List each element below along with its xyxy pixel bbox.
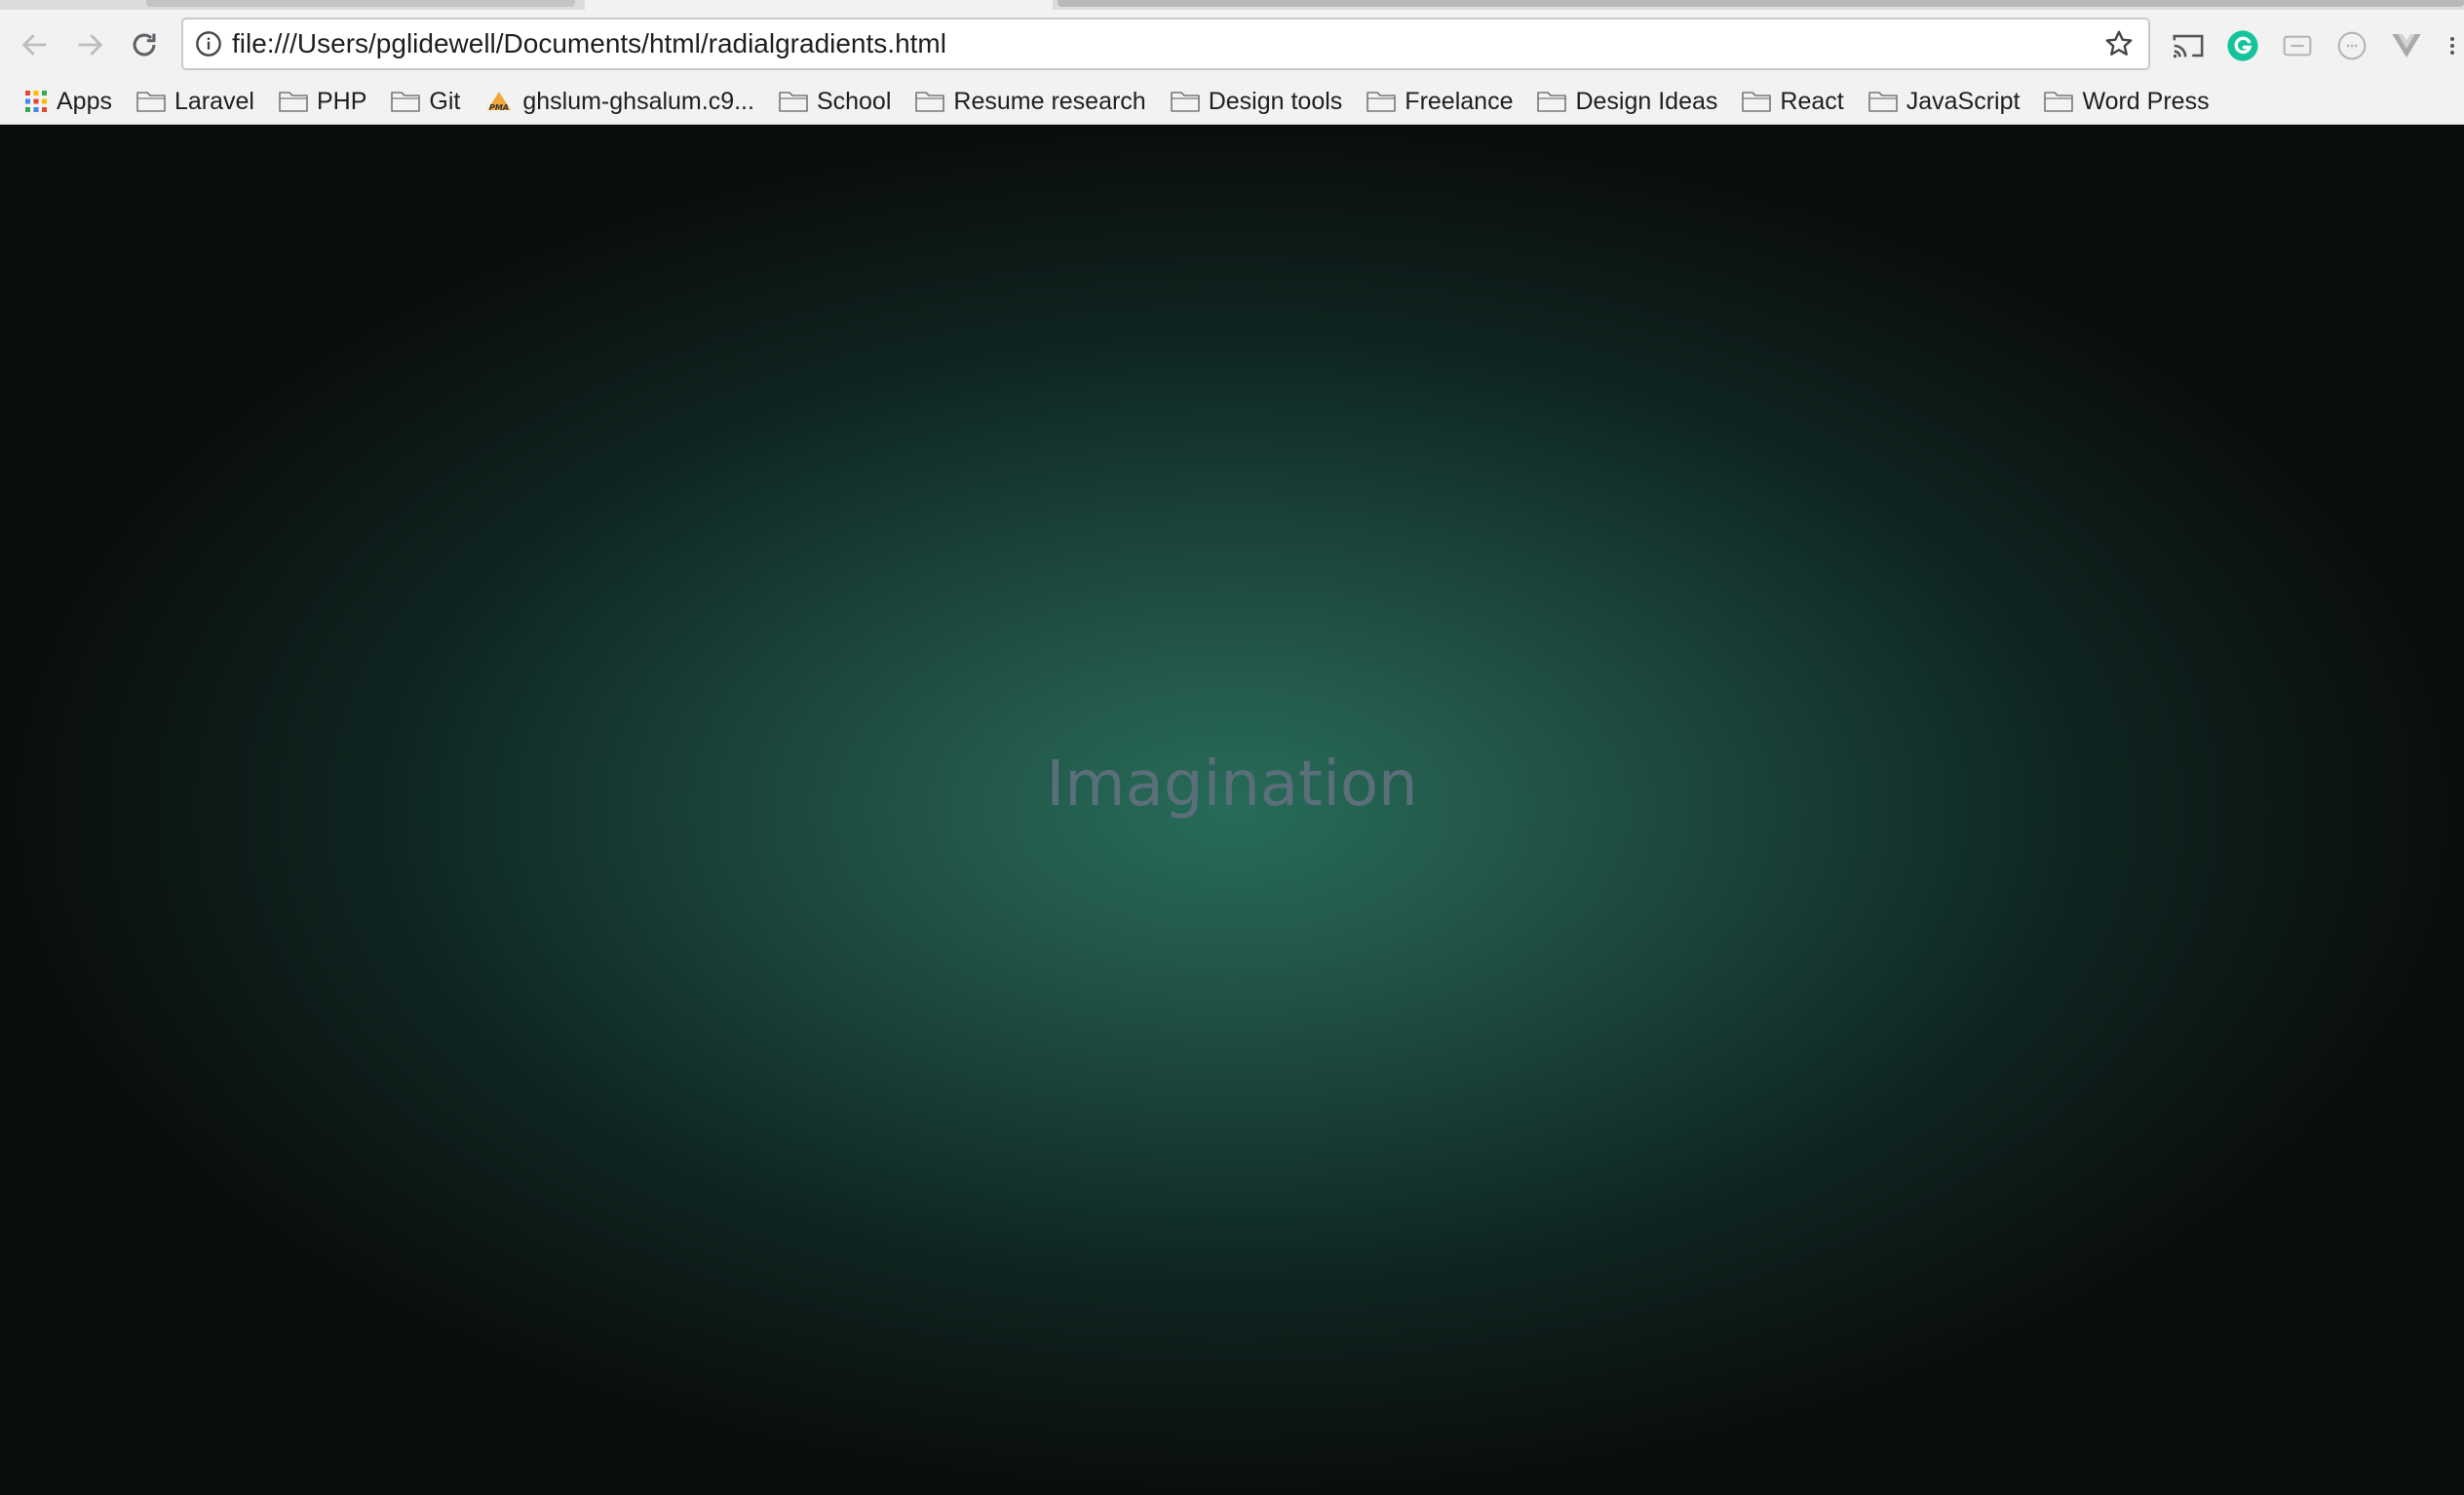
folder-icon bbox=[1867, 89, 1899, 114]
arrow-right-icon bbox=[78, 34, 103, 56]
bookmark-label: Freelance bbox=[1405, 87, 1514, 115]
bookmarks-bar: Apps Laravel PHP Git PMA ghslum-ghsalum.c9...… bbox=[0, 78, 2464, 125]
browser-toolbar: file:///Users/pglidewell/Documents/html/… bbox=[0, 10, 2464, 78]
bookmark-label: Laravel bbox=[173, 87, 254, 115]
bookmark-item[interactable]: Design Ideas bbox=[1536, 82, 1731, 121]
bookmark-label: Word Press bbox=[2082, 87, 2210, 115]
forward-button[interactable] bbox=[70, 25, 109, 64]
bookmarks-list: Apps Laravel PHP Git PMA ghslum-ghsalum.c9...… bbox=[23, 78, 2233, 125]
bookmark-item[interactable]: Word Press bbox=[2043, 82, 2222, 121]
bookmark-label: Design Ideas bbox=[1575, 87, 1718, 115]
cast-icon bbox=[2173, 34, 2204, 58]
bookmark-label: React bbox=[1780, 87, 1844, 115]
bookmark-item[interactable]: Design tools bbox=[1170, 82, 1357, 121]
bookmark-item[interactable]: School bbox=[778, 82, 905, 121]
apps-grid-icon bbox=[23, 89, 49, 114]
reload-icon bbox=[133, 33, 156, 57]
grammarly-icon bbox=[2227, 30, 2258, 61]
folder-icon bbox=[278, 89, 309, 114]
pma-icon: PMA bbox=[483, 89, 515, 114]
bookmark-item[interactable]: Git bbox=[390, 82, 474, 121]
tab-active[interactable] bbox=[585, 0, 1053, 10]
url-text[interactable]: file:///Users/pglidewell/Documents/html/… bbox=[232, 19, 946, 68]
bookmark-label: ghslum-ghsalum.c9... bbox=[522, 87, 754, 115]
bookmark-item[interactable]: Freelance bbox=[1366, 82, 1526, 121]
bookmark-label: Git bbox=[429, 87, 461, 115]
page-headline: Imagination bbox=[1046, 748, 1418, 821]
bookmark-item[interactable]: React bbox=[1741, 82, 1857, 121]
tab-background[interactable] bbox=[1058, 0, 2464, 7]
arrow-left-icon bbox=[21, 34, 47, 56]
vue-devtools-extension[interactable] bbox=[2388, 27, 2425, 64]
folder-icon bbox=[135, 89, 167, 114]
bookmark-item[interactable]: JavaScript bbox=[1867, 82, 2034, 121]
browser-window: file:///Users/pglidewell/Documents/html/… bbox=[0, 0, 2464, 1495]
info-icon[interactable] bbox=[195, 30, 222, 58]
envelope-icon bbox=[2283, 35, 2312, 57]
extension-button[interactable] bbox=[2333, 27, 2370, 64]
kebab-menu-icon bbox=[2450, 37, 2454, 55]
folder-icon bbox=[1170, 89, 1201, 114]
bookmark-label: Design tools bbox=[1208, 87, 1343, 115]
tab-strip bbox=[0, 0, 2464, 10]
bookmark-label: Apps bbox=[57, 87, 112, 115]
star-icon[interactable] bbox=[2103, 28, 2135, 59]
page-content: Imagination bbox=[0, 125, 2464, 1495]
cast-button[interactable] bbox=[2170, 27, 2207, 64]
circle-dots-icon bbox=[2337, 31, 2367, 60]
bookmark-item[interactable]: Resume research bbox=[914, 82, 1159, 121]
reload-button[interactable] bbox=[125, 25, 164, 64]
vue-icon bbox=[2392, 34, 2421, 58]
folder-icon bbox=[778, 89, 809, 114]
address-bar[interactable]: file:///Users/pglidewell/Documents/html/… bbox=[181, 18, 2150, 70]
bookmark-label: Resume research bbox=[953, 87, 1146, 115]
back-button[interactable] bbox=[16, 25, 55, 64]
grammarly-extension[interactable] bbox=[2224, 27, 2261, 64]
folder-icon bbox=[1536, 89, 1567, 114]
bookmark-label: School bbox=[816, 87, 892, 115]
folder-icon bbox=[1366, 89, 1397, 114]
folder-icon bbox=[1741, 89, 1772, 114]
folder-icon bbox=[390, 89, 421, 114]
svg-text:PMA: PMA bbox=[489, 103, 509, 112]
bookmark-item[interactable]: PMA ghslum-ghsalum.c9... bbox=[483, 82, 768, 121]
extension-button[interactable] bbox=[2279, 27, 2316, 64]
bookmark-item[interactable]: Apps bbox=[23, 82, 126, 121]
bookmark-item[interactable]: Laravel bbox=[135, 82, 268, 121]
folder-icon bbox=[2043, 89, 2074, 114]
bookmark-item[interactable]: PHP bbox=[278, 82, 380, 121]
bookmark-label: PHP bbox=[316, 87, 367, 115]
folder-icon bbox=[914, 89, 945, 114]
tab-background[interactable] bbox=[146, 0, 575, 7]
browser-menu-button[interactable] bbox=[2443, 27, 2462, 64]
bookmark-label: JavaScript bbox=[1906, 87, 2021, 115]
